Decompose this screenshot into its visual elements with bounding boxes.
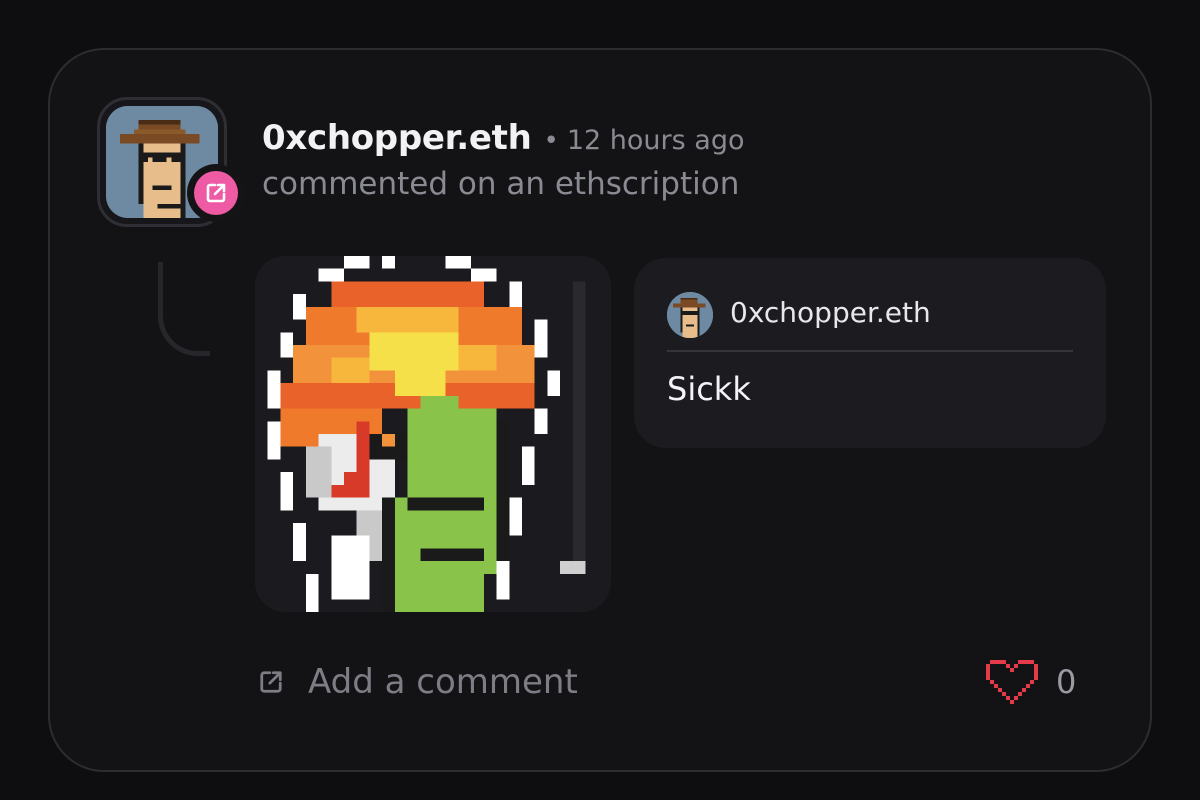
comment-card: 0xchopper.eth Sickk <box>634 258 1106 448</box>
post-action-text: commented on an ethscription <box>262 166 740 202</box>
pixel-art-image <box>255 256 611 612</box>
comment-username[interactable]: 0xchopper.eth <box>730 296 931 329</box>
pixel-heart-icon <box>986 660 1038 704</box>
post-timestamp: 12 hours ago <box>566 125 745 156</box>
post-username[interactable]: 0xchopper.eth <box>262 118 532 158</box>
comment-avatar[interactable] <box>667 292 713 338</box>
like-count: 0 <box>1056 663 1077 701</box>
comment-edit-icon <box>194 171 238 215</box>
separator-dot: • <box>543 126 559 156</box>
comment-text: Sickk <box>667 370 751 408</box>
post-header: 0xchopper.eth • 12 hours ago <box>262 118 744 158</box>
comment-divider <box>667 350 1073 352</box>
comment-edit-icon <box>254 665 288 699</box>
add-comment-button[interactable]: Add a comment <box>254 656 578 708</box>
like-button[interactable]: 0 <box>986 656 1076 708</box>
comment-badge <box>187 164 245 222</box>
ethscription-image[interactable] <box>255 256 611 612</box>
add-comment-label: Add a comment <box>308 662 578 702</box>
